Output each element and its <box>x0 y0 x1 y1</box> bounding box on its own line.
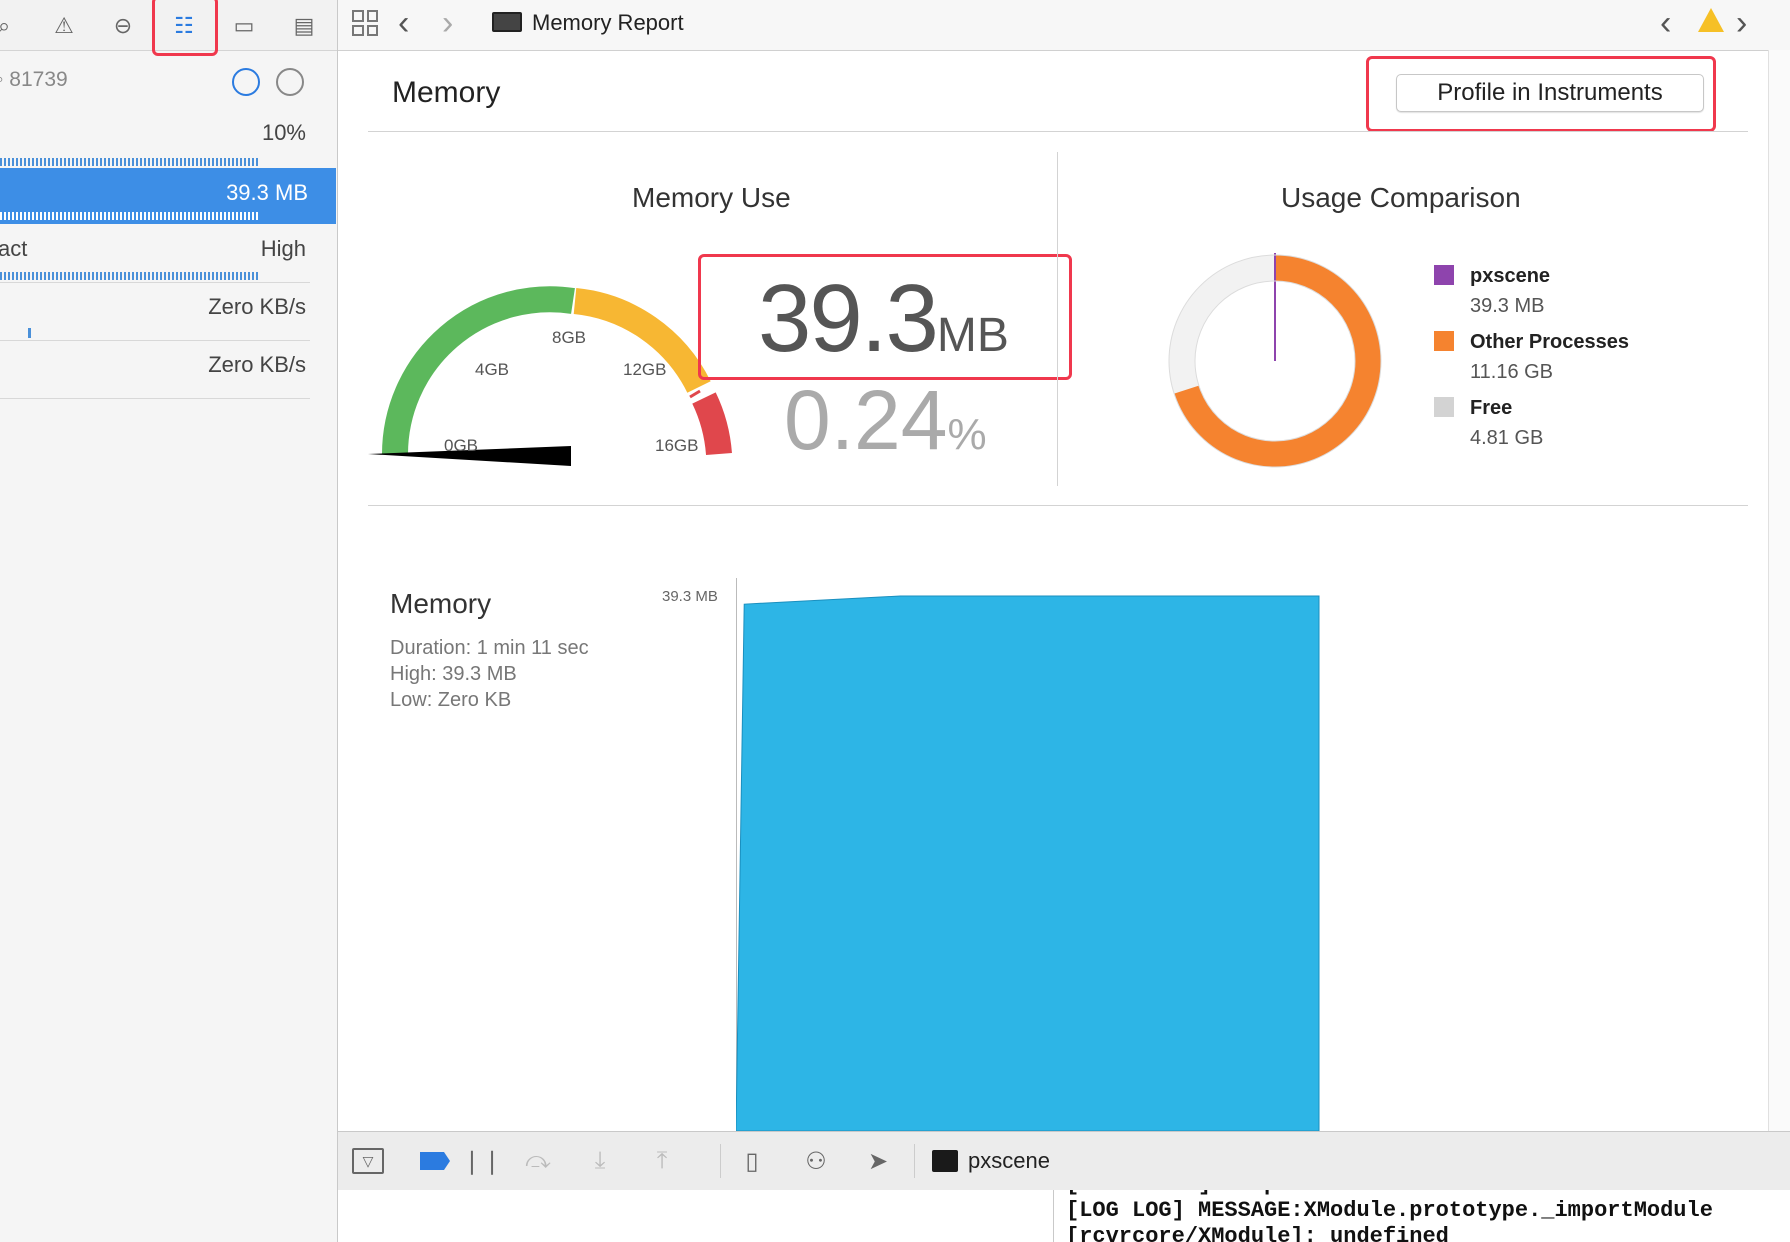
gauge-label-12: 12GB <box>623 360 667 379</box>
cpu-row[interactable]: 10% <box>0 120 310 166</box>
chart-high: High: 39.3 MB <box>390 663 517 685</box>
jump-bar: ‹ › Memory Report ‹ › <box>338 0 1790 51</box>
legend-swatch-free <box>1434 397 1454 417</box>
step-out-icon[interactable]: ⤒ <box>646 1146 678 1176</box>
disk-row[interactable]: Zero KB/s <box>0 294 310 341</box>
legend-swatch-pxscene <box>1434 265 1454 285</box>
location-icon[interactable]: ➤ <box>862 1146 894 1176</box>
search-icon[interactable]: ⌕ <box>0 8 22 44</box>
chevron-left-icon[interactable]: ‹ <box>398 4 409 43</box>
cpu-sparkline <box>0 158 260 166</box>
variables-view <box>338 1190 1053 1242</box>
report-navigator-icon[interactable]: ▤ <box>286 8 322 44</box>
step-over-icon[interactable]: ⤼ <box>522 1146 554 1176</box>
divider <box>368 505 1748 506</box>
gauge-label-4: 4GB <box>475 360 510 379</box>
previous-issue-icon[interactable]: ‹ <box>1660 4 1671 43</box>
threads-icon[interactable] <box>276 68 304 96</box>
gauge-label-8: 8GB <box>552 328 587 347</box>
memory-area-chart <box>736 595 1320 1131</box>
legend-other-value: 11.16 GB <box>1470 361 1554 383</box>
breakpoints-toggle-icon[interactable] <box>420 1152 450 1170</box>
report-title[interactable]: Memory Report <box>532 10 684 36</box>
process-id: 81739 <box>9 68 68 91</box>
memory-area-series <box>736 595 1320 1131</box>
memory-use-title: Memory Use <box>632 182 791 213</box>
terminal-icon <box>932 1150 958 1172</box>
memory-percent-sign: % <box>947 410 987 459</box>
debug-bar: ▽ ❘❘ ⤼ ⤓ ⤒ ▯ ⚇ ➤ pxscene <box>338 1131 1790 1191</box>
disk-value: Zero KB/s <box>208 294 306 319</box>
highlight-profile-button <box>1366 56 1716 132</box>
usage-donut-chart <box>1168 253 1382 468</box>
warning-navigator-icon[interactable]: ⚠ <box>46 8 82 44</box>
legend-other-name: Other Processes <box>1470 331 1629 353</box>
console-line: [rcvrcore/XModule]: undefined <box>1066 1224 1449 1242</box>
cpu-value: 10% <box>261 120 306 145</box>
network-value: Zero KB/s <box>208 352 306 377</box>
usage-comparison-title: Usage Comparison <box>1281 182 1521 213</box>
test-navigator-icon[interactable]: ⊖ <box>105 8 141 44</box>
breakpoint-navigator-icon[interactable]: ▭ <box>226 8 262 44</box>
network-row[interactable]: Zero KB/s <box>0 352 310 399</box>
energy-row[interactable]: act High <box>0 236 310 283</box>
chart-duration: Duration: 1 min 11 sec <box>390 637 589 659</box>
console-line: [LOG LOG] MESSAGE:XModule.prototype._imp… <box>1066 1198 1713 1223</box>
memory-sparkline <box>0 212 260 220</box>
memory-graph-icon[interactable]: ⚇ <box>800 1146 832 1176</box>
view-debugger-icon[interactable]: ▯ <box>736 1146 768 1176</box>
warning-icon[interactable] <box>1698 8 1724 32</box>
chart-low: Low: Zero KB <box>390 689 512 711</box>
y-tick-label: 39.3 MB <box>662 588 718 605</box>
pause-icon[interactable]: ❘❘ <box>462 1146 502 1176</box>
console-output[interactable]: [LOG ERROR] Http Status Code: [LOG LOG] … <box>1053 1190 1790 1242</box>
section-divider <box>1057 152 1058 486</box>
memory-row-selected[interactable]: 39.3 MB <box>0 168 336 224</box>
energy-value: High <box>260 236 306 261</box>
gauge-label-0: 0GB <box>444 436 479 455</box>
gauge-red-segment <box>692 392 732 456</box>
highlight-memory-value <box>698 254 1072 380</box>
energy-sparkline <box>0 272 260 280</box>
hide-debug-area-icon[interactable]: ▽ <box>352 1148 384 1174</box>
gauge-label-16: 16GB <box>655 436 699 455</box>
scrollbar-track[interactable] <box>1768 50 1790 1131</box>
memory-value: 39.3 MB <box>226 180 308 205</box>
disk-sparkline <box>28 328 31 338</box>
memory-percent-number: 0.24 <box>784 373 948 467</box>
energy-label: act <box>0 236 28 261</box>
chart-title: Memory <box>390 588 492 619</box>
legend-free-name: Free <box>1470 397 1513 419</box>
console-line: [LOG ERROR] Http Status Code: <box>1054 1190 1790 1198</box>
memory-chip-icon <box>492 12 522 32</box>
divider <box>368 131 1748 132</box>
gauge-red-tick <box>689 389 701 399</box>
highlight-debug-tab <box>152 0 218 56</box>
next-issue-icon[interactable]: › <box>1736 4 1747 43</box>
legend-swatch-other <box>1434 331 1454 351</box>
process-name[interactable]: pxscene <box>968 1148 1050 1174</box>
gauge-icon[interactable] <box>232 68 260 96</box>
chevron-right-icon[interactable]: › <box>442 4 453 43</box>
memory-percent-readout: 0.24% <box>784 372 987 469</box>
legend-pxscene-value: 39.3 MB <box>1470 295 1545 317</box>
step-into-icon[interactable]: ⤓ <box>584 1146 616 1176</box>
legend-free-value: 4.81 GB <box>1470 427 1544 449</box>
page-title: Memory <box>392 76 501 109</box>
grid-icon[interactable] <box>352 10 378 36</box>
legend-pxscene-name: pxscene <box>1470 265 1551 287</box>
